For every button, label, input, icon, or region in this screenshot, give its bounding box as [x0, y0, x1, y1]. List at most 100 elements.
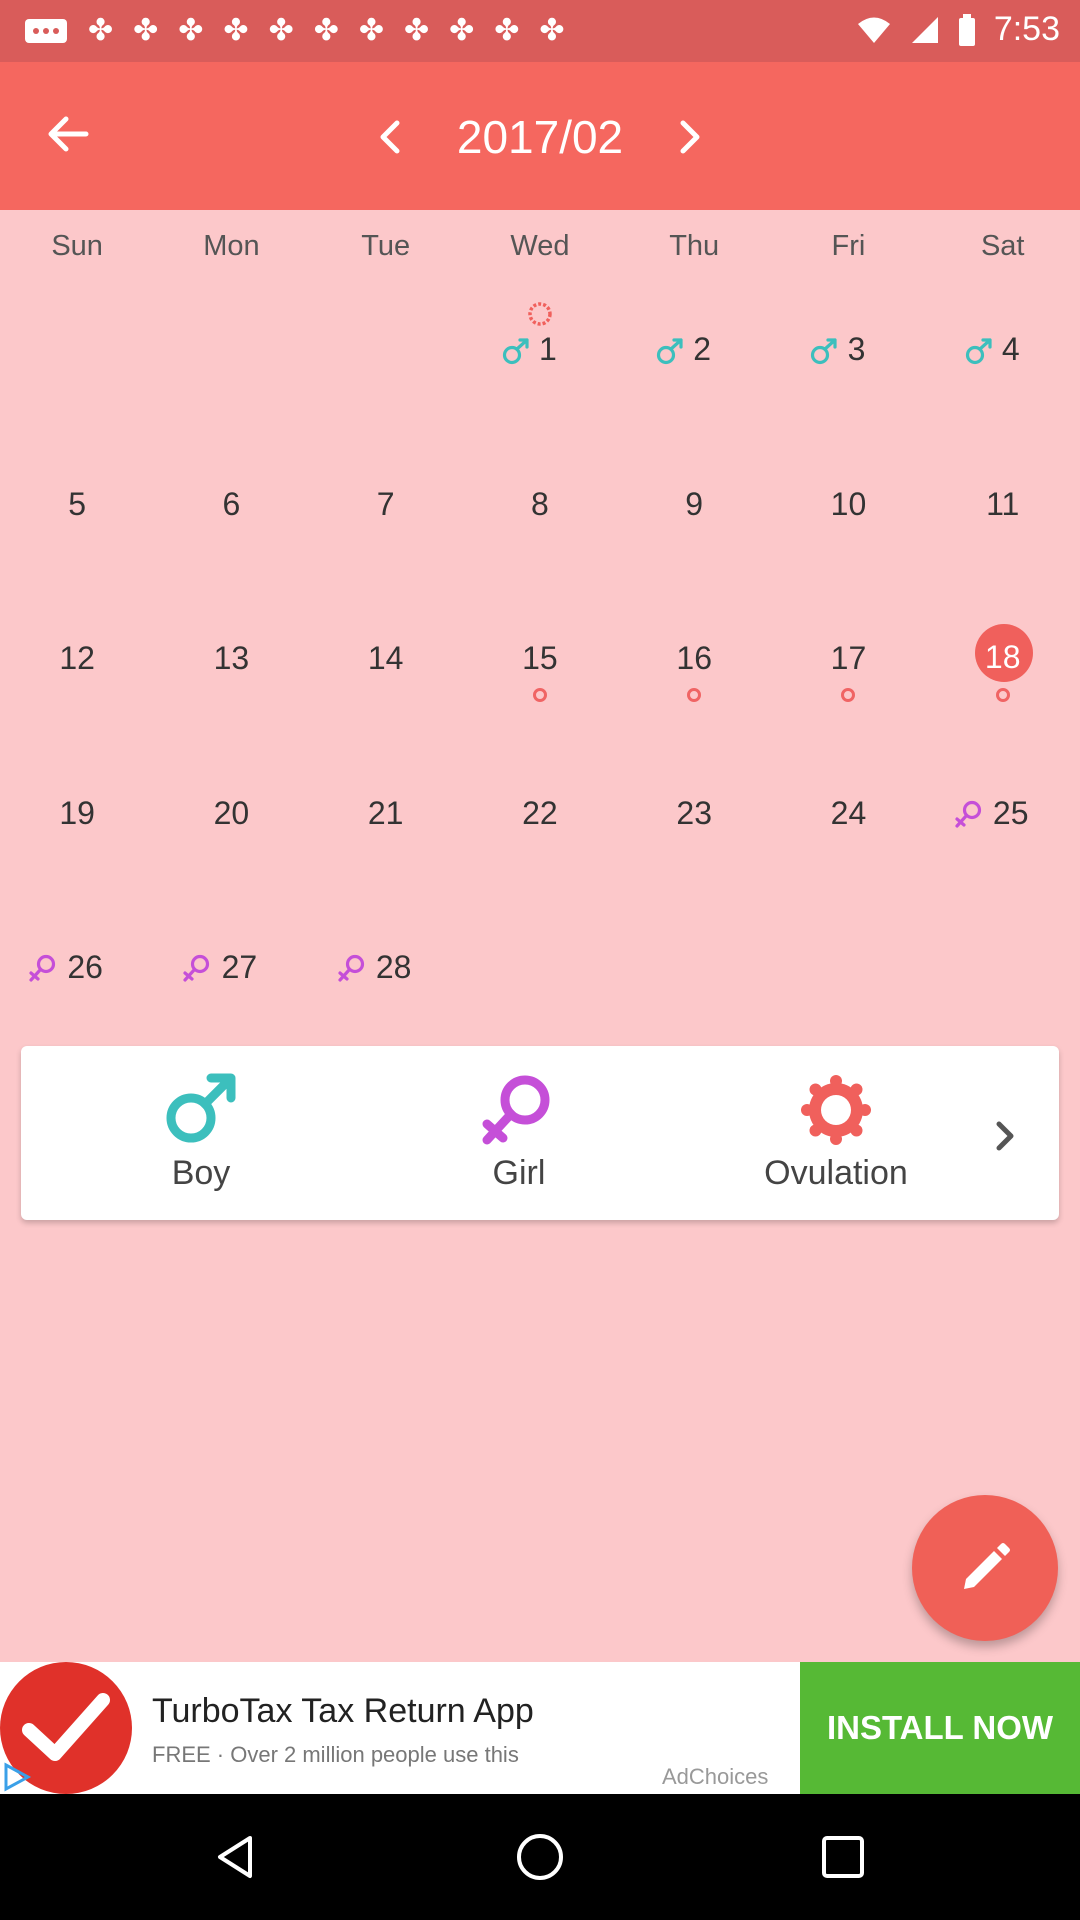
- day-number: 27: [221, 949, 258, 985]
- day-number: 8: [531, 485, 549, 522]
- calendar-day[interactable]: 8: [463, 430, 617, 585]
- back-button[interactable]: [38, 104, 98, 164]
- calendar-day[interactable]: 3: [771, 275, 925, 430]
- calendar-week: 26 27 28: [0, 893, 1080, 1048]
- day-number: 23: [676, 794, 712, 831]
- nav-home-button[interactable]: [515, 1832, 565, 1882]
- calendar-empty-cell: [154, 275, 308, 430]
- calendar-day[interactable]: 2: [617, 275, 771, 430]
- ad-subtitle: FREE · Over 2 million people use this: [152, 1742, 519, 1767]
- ad-title[interactable]: TurboTax Tax Return App: [152, 1692, 534, 1731]
- day-number: 7: [376, 485, 395, 522]
- wifi-icon: [857, 17, 890, 43]
- day-number: 10: [830, 485, 867, 522]
- fertile-dot-icon: [995, 688, 1010, 702]
- calendar-day[interactable]: 16: [617, 584, 771, 739]
- next-month-button[interactable]: [670, 112, 710, 162]
- calendar-day[interactable]: 23: [617, 739, 771, 894]
- female-symbol-icon: [482, 1075, 550, 1145]
- calendar-empty-cell: [926, 893, 1080, 1048]
- ad-choices-link[interactable]: AdChoices: [662, 1764, 768, 1790]
- day-number: 14: [367, 640, 404, 676]
- nav-back-button[interactable]: [210, 1832, 260, 1882]
- arrow-left-icon: [48, 116, 89, 152]
- fertile-dot-icon: [532, 688, 547, 702]
- calendar-day[interactable]: 11: [926, 430, 1080, 585]
- calendar-empty-cell: [617, 893, 771, 1048]
- month-title: 2017/02: [456, 111, 624, 163]
- legend-more-button[interactable]: [987, 1116, 1023, 1156]
- fertile-dot-icon: [841, 688, 856, 702]
- edit-fab-button[interactable]: [912, 1495, 1058, 1641]
- calendar-day[interactable]: 28: [309, 893, 463, 1048]
- notification-icon: ✤: [133, 14, 159, 47]
- weekday-label: Fri: [831, 230, 866, 262]
- day-number: 6: [222, 485, 241, 522]
- day-number: 16: [676, 640, 712, 676]
- calendar-day[interactable]: 21: [309, 739, 463, 894]
- calendar-day[interactable]: 4: [926, 275, 1080, 430]
- day-number: 26: [67, 949, 103, 985]
- calendar-day[interactable]: 6: [154, 430, 308, 585]
- calendar-day[interactable]: 10: [771, 430, 925, 585]
- notification-icon: ✤: [268, 14, 294, 47]
- previous-month-button[interactable]: [370, 112, 410, 162]
- calendar-empty-cell: [309, 275, 463, 430]
- calendar-day[interactable]: 7: [309, 430, 463, 585]
- weekday-header: Sun Mon Tue Wed Thu Fri Sat: [0, 230, 1080, 276]
- calendar-day[interactable]: 19: [0, 739, 154, 894]
- legend-ovulation-label: Ovulation: [764, 1154, 908, 1192]
- square-recents-icon: [822, 1836, 864, 1878]
- calendar-day[interactable]: 15: [463, 584, 617, 739]
- weekday-label: Mon: [203, 230, 260, 262]
- install-now-button[interactable]: INSTALL NOW: [800, 1662, 1080, 1794]
- weekday-label: Sun: [51, 230, 103, 262]
- day-number: 19: [59, 794, 95, 831]
- day-number: 17: [830, 640, 867, 676]
- male-symbol-icon: [166, 1073, 236, 1143]
- calendar-day[interactable]: 17: [771, 584, 925, 739]
- calendar-week: 19 20 21 22 23 24 25: [0, 739, 1080, 894]
- calendar-day[interactable]: 18: [926, 584, 1080, 739]
- calendar-day[interactable]: 5: [0, 430, 154, 585]
- calendar-day[interactable]: 25: [926, 739, 1080, 894]
- notification-icon: ✤: [88, 14, 114, 47]
- calendar-day[interactable]: 22: [463, 739, 617, 894]
- legend-boy-label: Boy: [171, 1154, 231, 1192]
- chevron-right-icon: [996, 1121, 1014, 1151]
- day-number: 3: [847, 331, 866, 367]
- weekday-label: Thu: [669, 230, 720, 262]
- pencil-icon: [964, 1543, 1010, 1589]
- nav-recents-button[interactable]: [818, 1832, 868, 1882]
- calendar-day[interactable]: 1: [463, 275, 617, 430]
- calendar-day[interactable]: 12: [0, 584, 154, 739]
- day-number: 21: [367, 794, 404, 831]
- legend-boy: Boy: [101, 1072, 301, 1193]
- calendar-empty-cell: [463, 893, 617, 1048]
- calendar-day[interactable]: 13: [154, 584, 308, 739]
- day-number: 9: [685, 485, 704, 522]
- legend-card[interactable]: Boy Girl Ovulation: [21, 1046, 1059, 1220]
- calendar-day[interactable]: 24: [771, 739, 925, 894]
- calendar-day[interactable]: 26: [0, 893, 154, 1048]
- legend-ovulation: Ovulation: [736, 1072, 936, 1193]
- system-nav-bar: [0, 1794, 1080, 1920]
- day-number: 13: [213, 640, 250, 676]
- calendar-day[interactable]: 20: [154, 739, 308, 894]
- calendar-day[interactable]: 14: [309, 584, 463, 739]
- notification-icon: ✤: [223, 14, 249, 47]
- ad-banner[interactable]: TurboTax Tax Return App FREE · Over 2 mi…: [0, 1662, 1080, 1794]
- day-number: 22: [522, 794, 558, 831]
- day-number: 28: [375, 949, 412, 985]
- weekday-label: Wed: [510, 230, 570, 262]
- day-number: 1: [539, 331, 557, 367]
- battery-icon: [958, 13, 975, 46]
- calendar-day[interactable]: 27: [154, 893, 308, 1048]
- calendar-week: 5 6 7 8 9 10 11: [0, 430, 1080, 585]
- fertile-dot-icon: [687, 688, 702, 702]
- legend-girl: Girl: [419, 1072, 619, 1193]
- chevron-right-icon: [680, 120, 700, 154]
- day-number: 20: [213, 794, 250, 831]
- calendar-day[interactable]: 9: [617, 430, 771, 585]
- day-number: 11: [986, 485, 1020, 522]
